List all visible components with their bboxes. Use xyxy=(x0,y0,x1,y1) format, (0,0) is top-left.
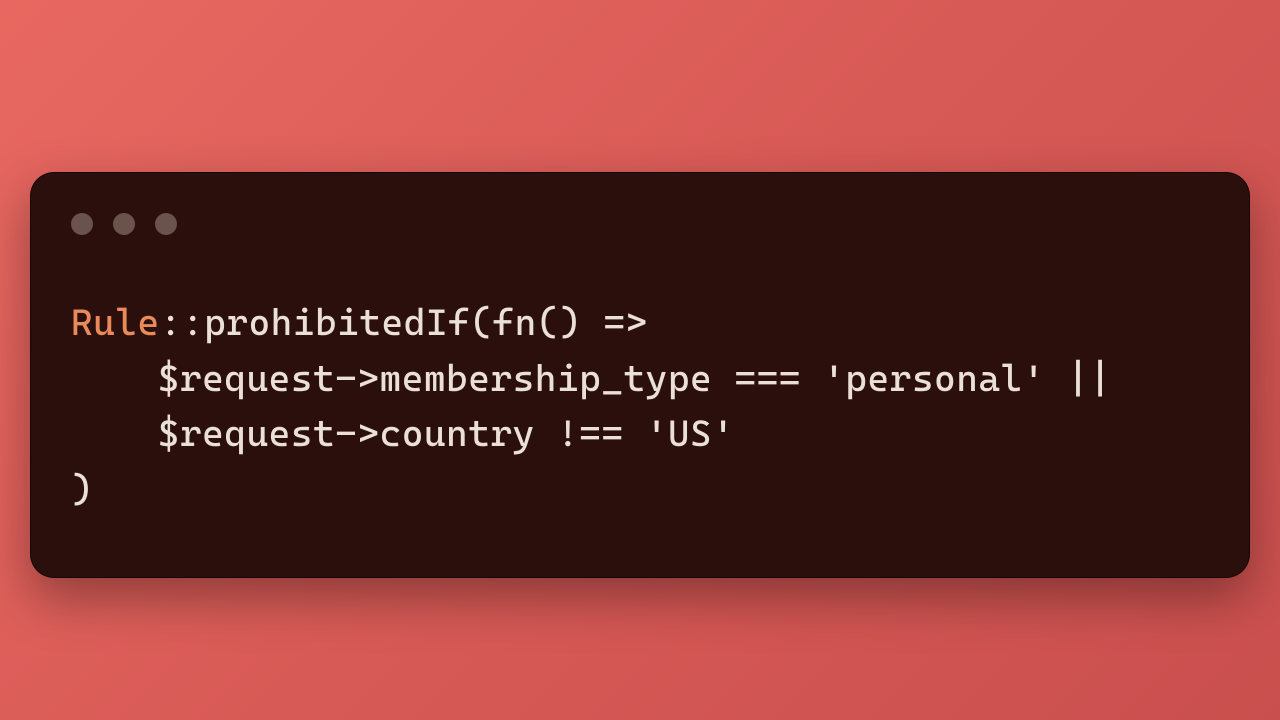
close-icon[interactable] xyxy=(71,213,93,235)
token-close-paren: ) xyxy=(71,468,93,511)
token-object-arrow: -> xyxy=(335,412,379,455)
token-class: Rule xyxy=(71,301,160,344)
token-string: 'US' xyxy=(646,412,735,455)
token-scope: :: xyxy=(160,301,204,344)
token-keyword: fn xyxy=(492,301,536,344)
token-var: $request xyxy=(158,412,335,455)
token-args: () xyxy=(537,301,581,344)
token-cmp: === xyxy=(712,357,823,400)
token-object-arrow: -> xyxy=(335,357,379,400)
token-method: prohibitedIf xyxy=(204,301,470,344)
minimize-icon[interactable] xyxy=(113,213,135,235)
code-block: Rule::prohibitedIf(fn() => $request->mem… xyxy=(71,295,1209,517)
maximize-icon[interactable] xyxy=(155,213,177,235)
token-string: 'personal' xyxy=(823,357,1045,400)
token-var: $request xyxy=(158,357,335,400)
token-or: || xyxy=(1045,357,1112,400)
token-prop: country xyxy=(380,412,535,455)
token-prop: membership_type xyxy=(380,357,713,400)
code-window: Rule::prohibitedIf(fn() => $request->mem… xyxy=(30,172,1250,578)
window-controls xyxy=(71,213,1209,235)
token-open-paren: ( xyxy=(470,301,492,344)
token-cmp: !== xyxy=(535,412,646,455)
token-arrow: => xyxy=(581,301,648,344)
